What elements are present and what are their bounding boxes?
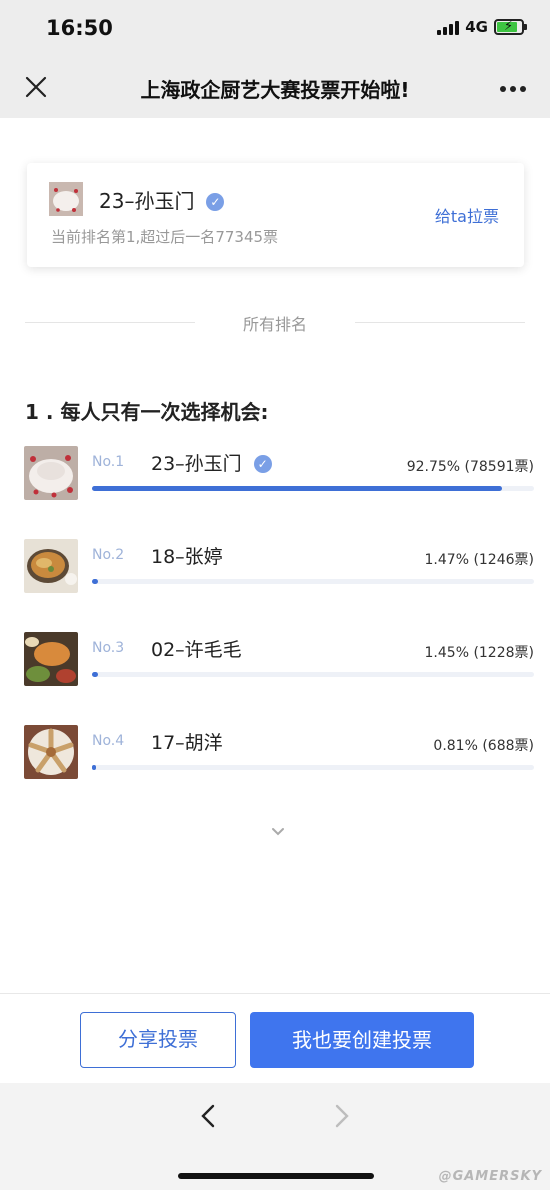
vote-stat: 92.75% (78591票) bbox=[406, 459, 534, 475]
watermark: @GAMERSKY bbox=[438, 1169, 542, 1184]
canvass-votes-link[interactable]: 给ta拉票 bbox=[435, 203, 499, 227]
vote-progress-bar bbox=[92, 486, 534, 491]
more-icon[interactable] bbox=[500, 86, 526, 92]
ranking-row[interactable]: No.4 17–胡洋 0.81% (688票) bbox=[24, 725, 534, 781]
page-title: 上海政企厨艺大赛投票开始啦! bbox=[140, 78, 410, 102]
vote-progress-fill bbox=[92, 672, 99, 677]
status-time: 16:50 bbox=[46, 16, 113, 40]
vote-progress-bar bbox=[92, 672, 534, 677]
ranking-row[interactable]: No.3 02–许毛毛 1.45% (1228票) bbox=[24, 632, 534, 688]
check-circle-icon: ✓ bbox=[253, 455, 272, 473]
vote-stat: 1.47% (1246票) bbox=[424, 552, 534, 568]
rank-number: No.1 bbox=[92, 454, 125, 470]
contestant-name: 02–许毛毛 bbox=[151, 639, 242, 661]
vote-progress-bar bbox=[92, 765, 534, 770]
contestant-name: 18–张婷 bbox=[151, 546, 223, 568]
dish-thumbnail bbox=[24, 725, 78, 779]
rank-number: No.3 bbox=[92, 640, 125, 656]
dish-thumbnail bbox=[24, 446, 78, 500]
vote-progress-fill bbox=[92, 486, 502, 491]
create-poll-button[interactable]: 我也要创建投票 bbox=[250, 1012, 474, 1068]
action-bar: 分享投票 我也要创建投票 bbox=[0, 993, 550, 1083]
chevron-left-icon[interactable] bbox=[198, 1103, 218, 1129]
dish-thumbnail bbox=[24, 539, 78, 593]
contestant-name: 23–孙玉门 ✓ bbox=[151, 449, 272, 476]
all-rankings-divider: 所有排名 bbox=[25, 310, 525, 334]
battery-icon: ⚡ bbox=[494, 19, 527, 35]
rank-number: No.2 bbox=[92, 547, 125, 563]
contestant-name: 17–胡洋 bbox=[151, 732, 223, 754]
divider-label: 所有排名 bbox=[242, 315, 307, 334]
vote-stat: 0.81% (688票) bbox=[433, 738, 534, 754]
status-indicators: 4G ⚡ bbox=[437, 18, 527, 36]
vote-progress-bar bbox=[92, 579, 534, 584]
vote-progress-fill bbox=[92, 765, 97, 770]
vote-stat: 1.45% (1228票) bbox=[424, 645, 534, 661]
my-candidate-card: 23–孙玉门 ✓ 当前排名第1,超过后一名77345票 给ta拉票 bbox=[27, 163, 524, 267]
share-poll-button[interactable]: 分享投票 bbox=[80, 1012, 236, 1068]
candidate-thumbnail bbox=[49, 182, 83, 216]
browser-nav-bar: @GAMERSKY bbox=[0, 1083, 550, 1190]
status-bar: 16:50 4G ⚡ bbox=[0, 0, 550, 58]
home-indicator[interactable] bbox=[178, 1173, 374, 1179]
poll-question: 1 . 每人只有一次选择机会: bbox=[25, 400, 269, 424]
nav-bar: 上海政企厨艺大赛投票开始啦! bbox=[0, 58, 550, 118]
dish-thumbnail bbox=[24, 632, 78, 686]
ranking-row[interactable]: No.2 18–张婷 1.47% (1246票) bbox=[24, 539, 534, 595]
rank-number: No.4 bbox=[92, 733, 125, 749]
divider-line-right bbox=[355, 322, 525, 323]
candidate-rank-info: 当前排名第1,超过后一名77345票 bbox=[51, 228, 279, 246]
vote-progress-fill bbox=[92, 579, 99, 584]
network-label: 4G bbox=[465, 18, 488, 36]
chevron-right-icon[interactable] bbox=[332, 1103, 352, 1129]
chevron-down-icon[interactable] bbox=[270, 826, 286, 838]
candidate-name: 23–孙玉门 ✓ bbox=[99, 185, 225, 214]
signal-icon bbox=[437, 19, 460, 35]
ranking-row[interactable]: No.1 23–孙玉门 ✓ 92.75% (78591票) bbox=[24, 446, 534, 502]
check-circle-icon: ✓ bbox=[206, 193, 225, 211]
